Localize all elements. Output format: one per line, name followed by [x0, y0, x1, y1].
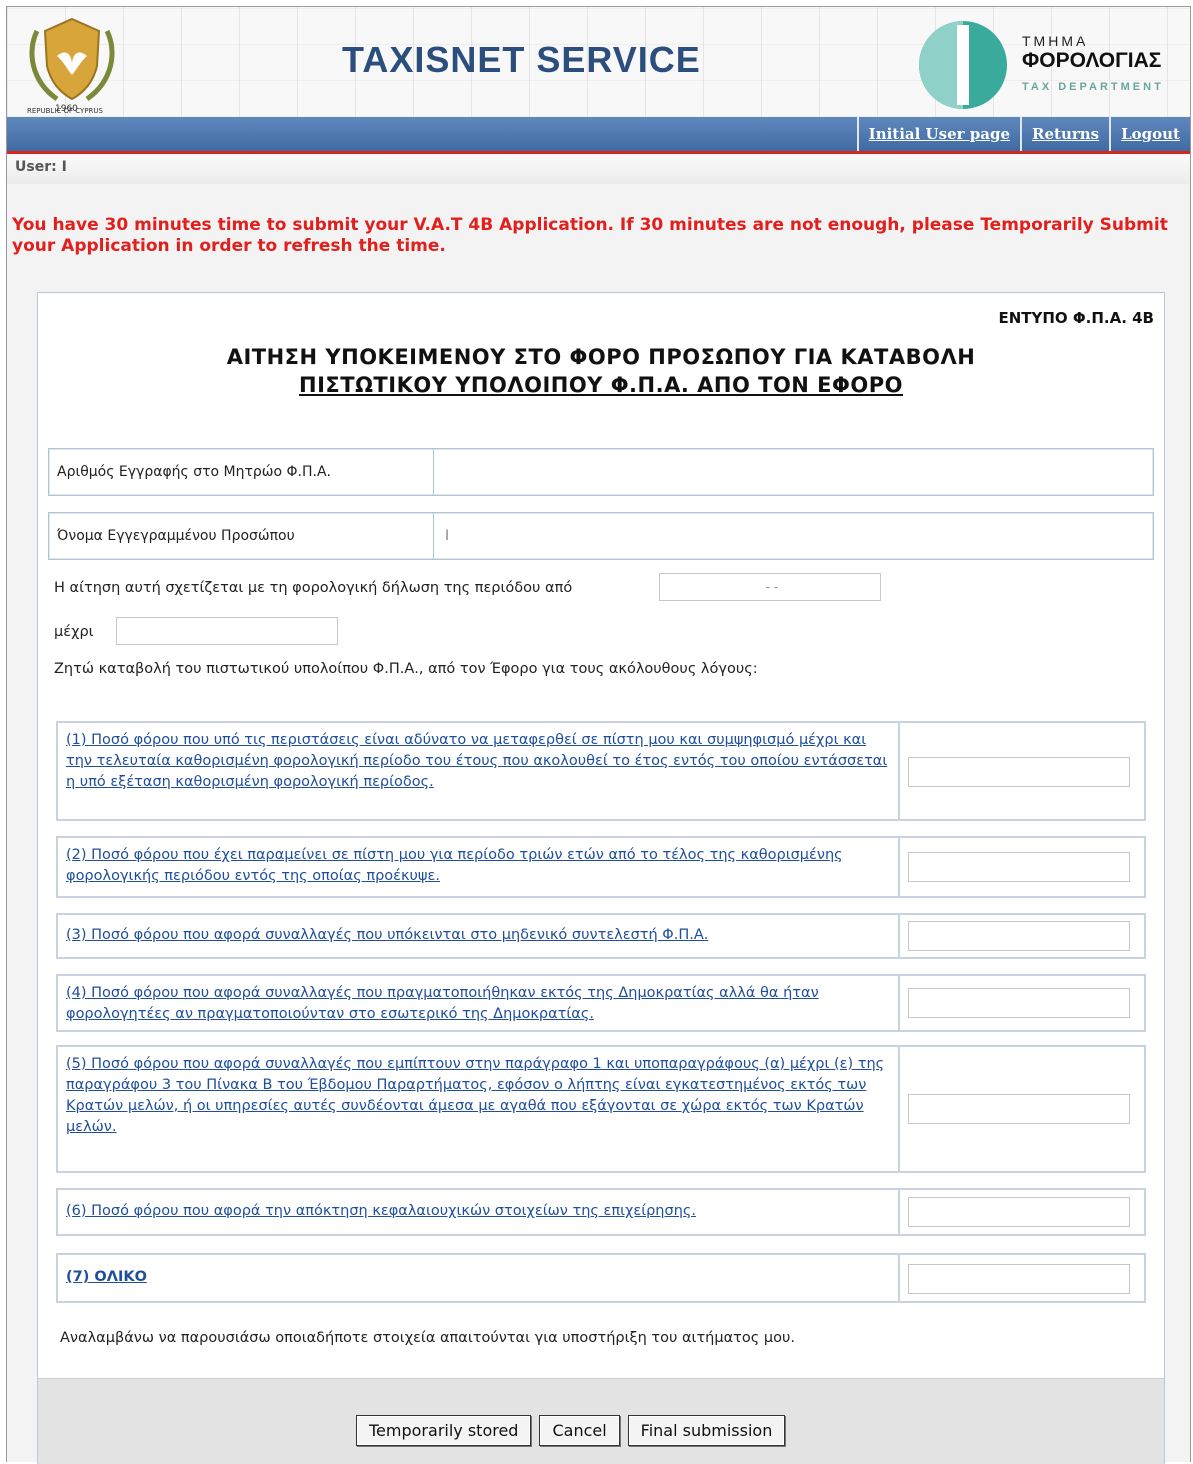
timeout-warning: You have 30 minutes time to submit your … — [12, 215, 1168, 256]
nav-logout-link[interactable]: Logout — [1109, 117, 1190, 151]
site-title: TAXISNET SERVICE — [342, 39, 701, 80]
period-from-input[interactable]: - - — [659, 573, 881, 601]
final-submission-button[interactable]: Final submission — [627, 1415, 786, 1446]
total-amount-input[interactable] — [908, 1264, 1130, 1294]
temporarily-stored-button[interactable]: Temporarily stored — [356, 1415, 532, 1446]
reason-row-6: (6) Ποσό φόρου που αφορά την απόκτηση κε… — [56, 1188, 1146, 1236]
reason-5-link[interactable]: (5) Ποσό φόρου που αφορά συναλλαγές που … — [66, 1056, 884, 1135]
registered-name-value: I — [445, 528, 450, 544]
nav-returns-link[interactable]: Returns — [1020, 117, 1109, 151]
cancel-button[interactable]: Cancel — [539, 1415, 620, 1446]
reason-4-link[interactable]: (4) Ποσό φόρου που αφορά συναλλαγές που … — [66, 985, 819, 1022]
reason-row-5: (5) Ποσό φόρου που αφορά συναλλαγές που … — [56, 1045, 1146, 1173]
registered-name-label: Όνομα Εγγεγραμμένου Προσώπου — [49, 513, 434, 559]
reason-5-amount-input[interactable] — [908, 1094, 1130, 1124]
request-text: Ζητώ καταβολή του πιστωτικού υπολοίπου Φ… — [54, 661, 758, 677]
form-title: ΑΙΤΗΣΗ ΥΠΟΚΕΙΜΕΝΟΥ ΣΤΟ ΦΟΡΟ ΠΡΟΣΩΠΟΥ ΓΙΑ… — [38, 343, 1164, 399]
action-buttons: Temporarily stored Cancel Final submissi… — [356, 1415, 786, 1446]
tax-department-logo-icon — [919, 21, 1007, 109]
period-from-label: Η αίτηση αυτή σχετίζεται με τη φορολογικ… — [54, 580, 573, 596]
user-label: User: I — [15, 159, 67, 175]
reason-row-2: (2) Ποσό φόρου που έχει παραμείνει σε πί… — [56, 836, 1146, 898]
form-code: ΕΝΤΥΠΟ Φ.Π.Α. 4Β — [998, 309, 1154, 327]
reason-2-link[interactable]: (2) Ποσό φόρου που έχει παραμείνει σε πί… — [66, 847, 843, 884]
total-link[interactable]: (7) ΟΛΙΚΟ — [66, 1269, 147, 1285]
nav-initial-user-page-link[interactable]: Initial User page — [856, 117, 1020, 151]
dept-line3: TAX DEPARTMENT — [1022, 81, 1164, 93]
vat-registration-row: Αριθμός Εγγραφής στο Μητρώο Φ.Π.Α. — [48, 448, 1154, 496]
reason-1-amount-input[interactable] — [908, 757, 1130, 787]
reason-4-amount-input[interactable] — [908, 988, 1130, 1018]
user-bar — [7, 154, 1190, 184]
reason-6-amount-input[interactable] — [908, 1197, 1130, 1227]
form-title-line2: ΠΙΣΤΩΤΙΚΟΥ ΥΠΟΛΟΙΠΟΥ Φ.Π.Α. ΑΠΟ ΤΟΝ ΕΦΟΡ… — [299, 373, 903, 397]
nav-links: Initial User page Returns Logout — [856, 117, 1190, 151]
crest-caption: REPUBLIC OF CYPRUS — [27, 107, 103, 115]
reason-6-link[interactable]: (6) Ποσό φόρου που αφορά την απόκτηση κε… — [66, 1203, 696, 1219]
vat-registration-label: Αριθμός Εγγραφής στο Μητρώο Φ.Π.Α. — [49, 449, 434, 495]
reason-1-link[interactable]: (1) Ποσό φόρου που υπό τις περιστάσεις ε… — [66, 732, 887, 790]
period-until-input[interactable] — [116, 617, 338, 645]
period-until-label: μέχρι — [54, 624, 94, 640]
header-banner: 1960 REPUBLIC OF CYPRUS TAXISNET SERVICE… — [7, 7, 1190, 117]
registered-name-row: Όνομα Εγγεγραμμένου Προσώπου I — [48, 512, 1154, 560]
reason-3-amount-input[interactable] — [908, 921, 1130, 951]
dept-line1: ΤΜΗΜΑ — [1022, 33, 1089, 49]
action-bar: Temporarily stored Cancel Final submissi… — [38, 1378, 1164, 1464]
form-title-line1: ΑΙΤΗΣΗ ΥΠΟΚΕΙΜΕΝΟΥ ΣΤΟ ΦΟΡΟ ΠΡΟΣΩΠΟΥ ΓΙΑ… — [226, 345, 976, 369]
nav-bar: Initial User page Returns Logout — [7, 117, 1190, 154]
page-frame: 1960 REPUBLIC OF CYPRUS TAXISNET SERVICE… — [6, 6, 1191, 1464]
declaration-text: Αναλαμβάνω να παρουσιάσω οποιαδήποτε στο… — [60, 1330, 795, 1346]
dept-line2: ΦΟΡΟΛΟΓΙΑΣ — [1022, 49, 1162, 72]
reason-row-3: (3) Ποσό φόρου που αφορά συναλλαγές που … — [56, 913, 1146, 959]
reason-3-link[interactable]: (3) Ποσό φόρου που αφορά συναλλαγές που … — [66, 927, 708, 943]
reason-2-amount-input[interactable] — [908, 852, 1130, 882]
reason-row-4: (4) Ποσό φόρου που αφορά συναλλαγές που … — [56, 974, 1146, 1032]
vat-4b-form: ΕΝΤΥΠΟ Φ.Π.Α. 4Β ΑΙΤΗΣΗ ΥΠΟΚΕΙΜΕΝΟΥ ΣΤΟ … — [37, 292, 1165, 1464]
cyprus-crest-icon: 1960 — [29, 17, 115, 114]
total-row: (7) ΟΛΙΚΟ — [56, 1253, 1146, 1303]
reason-row-1: (1) Ποσό φόρου που υπό τις περιστάσεις ε… — [56, 721, 1146, 821]
